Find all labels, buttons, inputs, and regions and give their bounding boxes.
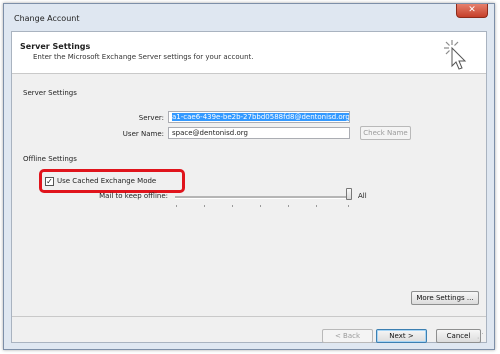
offline-settings-section-title: Offline Settings bbox=[23, 155, 77, 163]
close-button[interactable]: ✕ bbox=[456, 4, 488, 18]
more-settings-button[interactable]: More Settings ... bbox=[411, 291, 479, 305]
username-input[interactable]: space@dentonisd.org bbox=[168, 127, 350, 139]
footer-divider bbox=[12, 316, 486, 317]
server-settings-section-title: Server Settings bbox=[23, 89, 77, 97]
change-account-dialog: Change Account ✕ Server Settings Enter t… bbox=[3, 3, 495, 350]
cancel-button[interactable]: Cancel bbox=[436, 329, 481, 343]
header-subtitle: Enter the Microsoft Exchange Server sett… bbox=[33, 53, 254, 61]
header-title: Server Settings bbox=[20, 42, 91, 51]
server-input[interactable]: a1-cae6-439e-be2b-27bbd0588fd8@dentonisd… bbox=[168, 111, 350, 123]
slider-tick bbox=[204, 205, 205, 207]
dialog-client-area: Server Settings Enter the Microsoft Exch… bbox=[11, 31, 487, 343]
highlight-annotation bbox=[39, 169, 185, 193]
mail-offline-label: Mail to keep offline: bbox=[99, 192, 168, 200]
back-button[interactable]: < Back bbox=[322, 329, 373, 343]
mail-offline-value: All bbox=[358, 192, 367, 200]
title-bar: Change Account ✕ bbox=[4, 4, 494, 30]
server-label: Server: bbox=[138, 114, 164, 122]
resize-grip-icon[interactable]: ⋰ bbox=[477, 332, 484, 340]
server-value: a1-cae6-439e-be2b-27bbd0588fd8@dentonisd… bbox=[172, 113, 350, 121]
check-name-button[interactable]: Check Name bbox=[360, 126, 411, 140]
slider-tick bbox=[176, 205, 177, 207]
slider-tick bbox=[316, 205, 317, 207]
next-button[interactable]: Next > bbox=[376, 329, 427, 343]
slider-tick bbox=[260, 205, 261, 207]
slider-tick bbox=[348, 205, 349, 207]
cursor-wand-icon bbox=[444, 40, 467, 70]
slider-tick bbox=[288, 205, 289, 207]
dialog-header: Server Settings Enter the Microsoft Exch… bbox=[12, 32, 486, 74]
mail-offline-slider-thumb[interactable] bbox=[346, 188, 352, 200]
mail-offline-slider-track[interactable] bbox=[175, 196, 350, 199]
slider-tick bbox=[232, 205, 233, 207]
username-label: User Name: bbox=[122, 130, 164, 138]
window-title: Change Account bbox=[14, 14, 80, 23]
